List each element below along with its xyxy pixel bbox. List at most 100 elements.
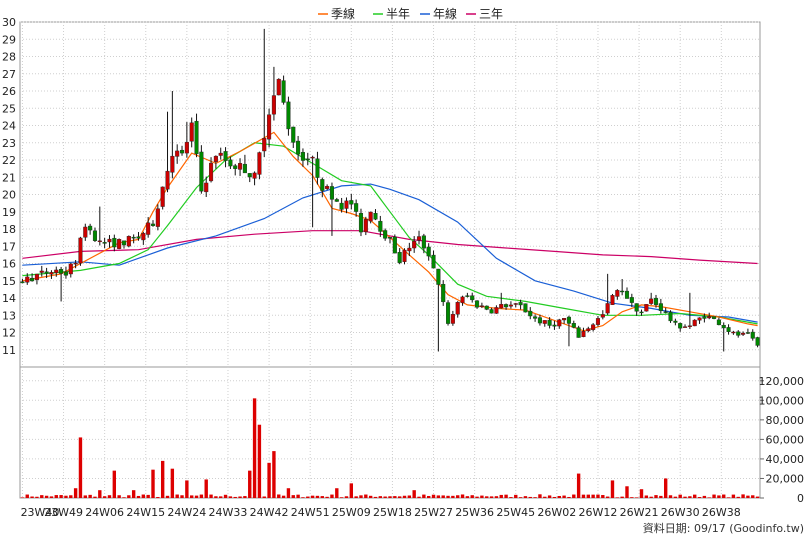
candle-body bbox=[126, 236, 131, 247]
candle-body bbox=[49, 272, 54, 275]
volume-bar bbox=[654, 495, 658, 498]
volume-bar bbox=[741, 494, 745, 498]
volume-bar bbox=[160, 460, 165, 498]
price-tick-label: 14 bbox=[2, 292, 16, 305]
candle-body bbox=[542, 320, 547, 324]
candle-body bbox=[581, 331, 586, 338]
candle-body bbox=[586, 328, 591, 332]
candle-body bbox=[755, 337, 760, 346]
candle-body bbox=[441, 283, 446, 303]
volume-bar bbox=[668, 495, 673, 498]
candle-body bbox=[576, 327, 581, 338]
candle-body bbox=[610, 295, 615, 305]
candle-body bbox=[281, 80, 286, 103]
x-tick-label: 23W49 bbox=[44, 506, 83, 519]
candle-body bbox=[141, 233, 146, 241]
volume-bar bbox=[572, 494, 576, 498]
volume-bar bbox=[102, 496, 107, 498]
volume-bar bbox=[330, 494, 334, 498]
volume-bar bbox=[64, 495, 68, 498]
candle-body bbox=[402, 249, 407, 262]
candle-body bbox=[697, 317, 702, 321]
candle-body bbox=[595, 318, 601, 325]
candle-body bbox=[687, 325, 692, 327]
volume-bar bbox=[388, 496, 392, 498]
candle-body bbox=[300, 152, 305, 161]
volume-bar bbox=[373, 496, 378, 498]
candle-body bbox=[136, 236, 141, 239]
stock-chart: 季線 半年 年線 三年 11 12 13 14 15 16 17 18 19 20 21 22 23 24 25 2… bbox=[2, 6, 804, 535]
price-tick-label: 27 bbox=[2, 68, 16, 81]
candle-body bbox=[252, 172, 257, 179]
candle-body bbox=[421, 235, 426, 249]
volume-bar bbox=[214, 496, 218, 498]
x-tick-label: 24W51 bbox=[291, 506, 330, 519]
volume-bar bbox=[59, 495, 63, 498]
candle-body bbox=[121, 240, 127, 246]
price-tick-label: 25 bbox=[2, 102, 16, 115]
candle-body bbox=[368, 211, 373, 222]
volume-bar bbox=[509, 497, 513, 498]
data-date-footer: 資料日期: 09/17 (Goodinfo.tw) bbox=[643, 521, 804, 535]
volume-bar bbox=[673, 496, 678, 498]
volume-bar bbox=[736, 496, 740, 498]
candle-body bbox=[470, 295, 475, 301]
candle-body bbox=[658, 303, 663, 311]
volume-bar bbox=[634, 497, 639, 498]
volume-bar bbox=[417, 496, 421, 498]
candle-body bbox=[209, 162, 214, 182]
volume-bar bbox=[562, 495, 566, 498]
volume-bar bbox=[446, 495, 450, 498]
candle-body bbox=[513, 303, 518, 305]
volume-bar bbox=[751, 495, 755, 498]
volume-bar bbox=[746, 495, 750, 498]
volume-bar bbox=[663, 478, 668, 498]
candle-body bbox=[131, 236, 136, 239]
price-tick-label: 16 bbox=[2, 258, 16, 271]
volume-bar bbox=[78, 437, 83, 498]
candle-body bbox=[702, 316, 707, 319]
volume-bar bbox=[296, 494, 300, 498]
volume-bar bbox=[291, 495, 295, 498]
x-tick-label: 25W27 bbox=[414, 506, 453, 519]
volume-bar bbox=[470, 495, 474, 498]
candle-body bbox=[117, 239, 122, 249]
candle-body bbox=[494, 307, 499, 314]
candle-body bbox=[107, 238, 112, 243]
price-tick-label: 20 bbox=[2, 189, 16, 202]
candle-body bbox=[707, 316, 712, 319]
volume-bar bbox=[44, 495, 49, 498]
volume-bar bbox=[320, 496, 324, 498]
volume-bar bbox=[83, 495, 87, 498]
volume-bar bbox=[364, 494, 368, 498]
volume-bar bbox=[683, 496, 687, 498]
legend: 季線 半年 年線 三年 bbox=[318, 6, 503, 21]
price-tick-label: 23 bbox=[2, 137, 16, 150]
candle-body bbox=[146, 222, 151, 235]
volume-bar bbox=[383, 496, 387, 498]
volume-bar bbox=[339, 497, 344, 498]
volume-bar bbox=[494, 496, 499, 498]
candle-body bbox=[92, 230, 98, 241]
candle-body bbox=[663, 311, 668, 313]
volume-bar bbox=[35, 496, 39, 498]
volume-bar bbox=[228, 496, 233, 498]
legend-label-3: 年線 bbox=[433, 6, 457, 21]
volume-tick-label: 0 bbox=[797, 492, 804, 505]
x-tick-label: 26W38 bbox=[702, 506, 741, 519]
candle-body bbox=[518, 302, 523, 306]
candle-body bbox=[59, 269, 64, 274]
volume-bar bbox=[301, 497, 305, 498]
price-tick-label: 18 bbox=[2, 223, 16, 236]
candle-body bbox=[88, 225, 93, 231]
candle-body bbox=[334, 199, 339, 202]
volume-bar bbox=[659, 495, 663, 498]
candle-body bbox=[179, 149, 185, 154]
candle-body bbox=[407, 247, 412, 252]
candle-body bbox=[349, 200, 354, 205]
volume-bar bbox=[644, 495, 649, 498]
volume-bar bbox=[165, 495, 170, 498]
x-axis: 23W4023W49 24W06 24W15 24W24 24W33 24W42 24W51… bbox=[21, 506, 741, 519]
candle-body bbox=[649, 298, 654, 304]
volume-bar bbox=[277, 494, 281, 498]
